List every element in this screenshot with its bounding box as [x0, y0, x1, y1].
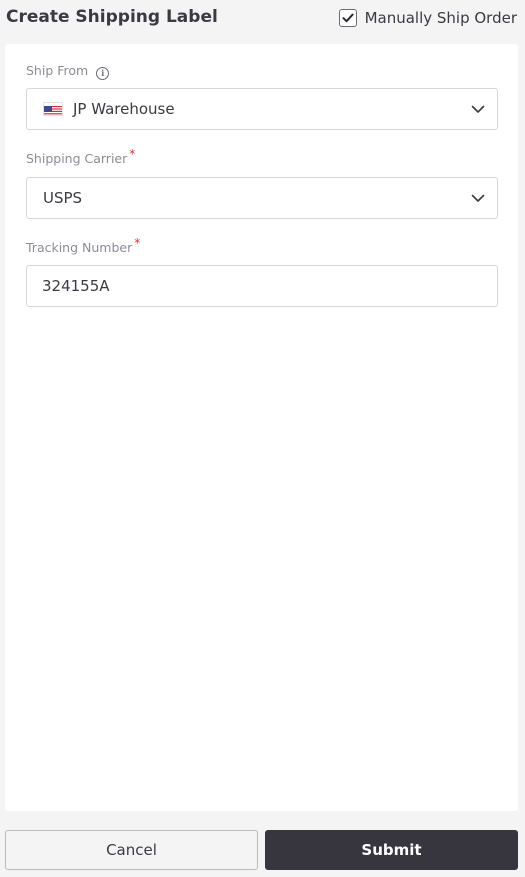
cancel-button[interactable]: Cancel: [5, 830, 258, 870]
carrier-label-row: Shipping Carrier *: [26, 147, 135, 166]
carrier-label: Shipping Carrier: [26, 151, 128, 166]
chevron-down-icon: [471, 194, 485, 202]
ship-from-label: Ship From: [26, 63, 89, 78]
required-mark: *: [129, 147, 136, 161]
ship-from-select[interactable]: JP Warehouse: [26, 88, 498, 130]
submit-button[interactable]: Submit: [265, 830, 518, 870]
tracking-label: Tracking Number: [26, 240, 133, 255]
carrier-select[interactable]: USPS: [26, 177, 498, 219]
ship-from-value: JP Warehouse: [73, 100, 175, 118]
required-mark: *: [134, 236, 141, 250]
tracking-number-value: 324155A: [42, 277, 110, 295]
form-card: Ship From i JP Warehouse Shipping Carrier…: [5, 44, 518, 811]
carrier-value: USPS: [43, 189, 83, 207]
header-bar: Create Shipping Label Manually Ship Orde…: [0, 0, 525, 36]
tracking-number-input[interactable]: 324155A: [26, 265, 498, 307]
us-flag-icon: [43, 102, 63, 116]
manual-ship-toggle[interactable]: Manually Ship Order: [338, 7, 517, 29]
ship-from-label-row: Ship From i: [26, 63, 110, 80]
info-icon[interactable]: i: [96, 67, 110, 80]
checkmark-icon: [342, 13, 354, 23]
manual-ship-label: Manually Ship Order: [364, 9, 517, 27]
tracking-label-row: Tracking Number *: [26, 236, 140, 255]
footer-actions: Cancel Submit: [0, 823, 525, 877]
page-title: Create Shipping Label: [6, 7, 218, 27]
manual-ship-checkbox[interactable]: [338, 9, 357, 27]
chevron-down-icon: [471, 105, 485, 113]
